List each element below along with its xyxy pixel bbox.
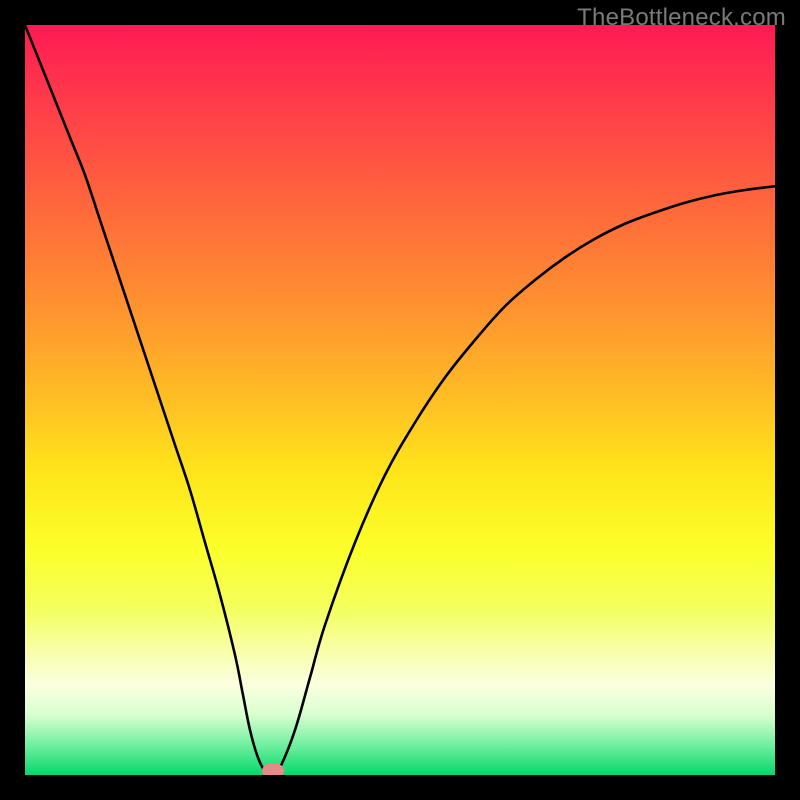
optimal-point-marker [262,764,284,775]
watermark-text: TheBottleneck.com [577,4,786,32]
chart-frame: TheBottleneck.com [0,0,800,800]
curve-svg [25,25,775,775]
bottleneck-curve [25,25,775,775]
plot-area [25,25,775,775]
